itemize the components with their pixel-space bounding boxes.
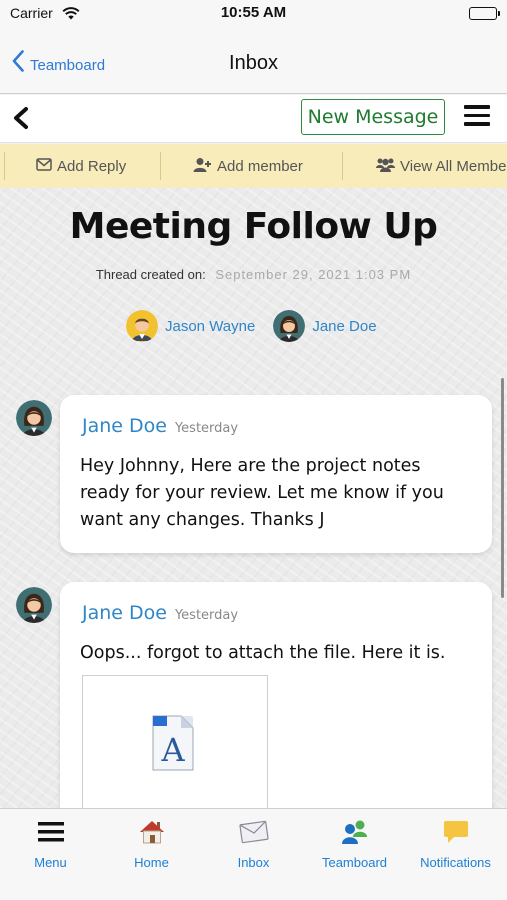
status-time: 10:55 AM: [220, 4, 287, 21]
tab-inbox[interactable]: Inbox: [203, 817, 304, 870]
message-author[interactable]: Jane Doe: [82, 415, 167, 437]
message-header: Jane Doe Yesterday: [82, 415, 238, 437]
navigation-bar: Teamboard Inbox: [0, 30, 507, 94]
message-body: Oops... forgot to attach the file. Here …: [80, 643, 446, 663]
font-file-icon: A: [151, 712, 197, 776]
add-user-icon: [193, 157, 217, 176]
message-timestamp: Yesterday: [174, 421, 239, 436]
thread-title: Meeting Follow Up: [69, 206, 438, 247]
scrollbar[interactable]: [501, 378, 504, 598]
male-avatar-icon: [126, 310, 158, 342]
add-member-label: Add member: [217, 157, 303, 175]
speech-bubble-icon: [405, 817, 506, 847]
participant-list: Jason Wayne Jane Doe: [126, 310, 395, 342]
message-card: Jane Doe Yesterday Hey Johnny, Here are …: [60, 395, 492, 553]
svg-text:A: A: [160, 731, 185, 769]
tab-teamboard[interactable]: Teamboard: [304, 817, 405, 870]
thread-created-info: Thread created on: September 29, 2021 1:…: [0, 267, 507, 282]
action-strip: Add Reply Add member View All Members: [0, 144, 507, 188]
tab-label: Inbox: [237, 855, 270, 870]
tab-label: Home: [134, 855, 169, 870]
back-button[interactable]: [8, 101, 32, 139]
tab-home[interactable]: Home: [101, 817, 202, 870]
page-title: Inbox: [229, 52, 278, 74]
thread-created-value: September 29, 2021 1:03 PM: [215, 267, 412, 282]
status-bar: Carrier 10:55 AM: [0, 0, 507, 30]
view-all-members-label: View All Members: [400, 157, 507, 175]
add-reply-button[interactable]: Add Reply: [36, 144, 126, 188]
thread-toolbar: New Message: [0, 95, 507, 143]
female-avatar-icon[interactable]: [16, 587, 52, 623]
add-reply-label: Add Reply: [57, 157, 127, 175]
team-icon: [304, 817, 405, 847]
message-body: Hey Johnny, Here are the project notes r…: [80, 456, 444, 530]
participant-jane-doe[interactable]: Jane Doe: [273, 310, 377, 342]
new-message-button[interactable]: New Message: [301, 99, 445, 135]
hamburger-menu-icon[interactable]: [464, 105, 490, 127]
message-timestamp: Yesterday: [174, 608, 239, 623]
female-avatar-icon[interactable]: [16, 400, 52, 436]
tab-menu[interactable]: Menu: [0, 817, 101, 870]
view-all-members-button[interactable]: View All Members: [376, 144, 507, 188]
tab-notifications[interactable]: Notifications: [405, 817, 506, 870]
thread-view[interactable]: Meeting Follow Up Thread created on: Sep…: [0, 188, 507, 808]
group-icon: [376, 157, 400, 176]
tab-label: Notifications: [420, 855, 491, 870]
divider: [342, 152, 343, 180]
participant-name: Jane Doe: [312, 317, 377, 335]
message-header: Jane Doe Yesterday: [82, 602, 238, 624]
divider: [160, 152, 161, 180]
tab-label: Menu: [34, 855, 67, 870]
tab-bar: Menu Home Inbox Teamboard Notifications: [0, 808, 507, 900]
divider: [4, 152, 5, 180]
envelope-icon: [36, 157, 57, 175]
thread-created-label: Thread created on:: [95, 267, 206, 282]
female-avatar-icon: [273, 310, 306, 342]
file-attachment[interactable]: A: [82, 675, 268, 808]
home-icon: [101, 817, 202, 847]
battery-icon: [469, 7, 500, 20]
menu-icon: [0, 817, 101, 847]
chevron-left-icon: [8, 107, 32, 139]
tab-label: Teamboard: [321, 855, 388, 870]
participant-name: Jason Wayne: [165, 317, 256, 335]
participant-jason-wayne[interactable]: Jason Wayne: [126, 310, 255, 342]
message-author[interactable]: Jane Doe: [82, 602, 167, 624]
add-member-button[interactable]: Add member: [193, 144, 303, 188]
envelope-icon: [203, 817, 304, 847]
message-card: Jane Doe Yesterday Oops... forgot to att…: [60, 582, 492, 808]
